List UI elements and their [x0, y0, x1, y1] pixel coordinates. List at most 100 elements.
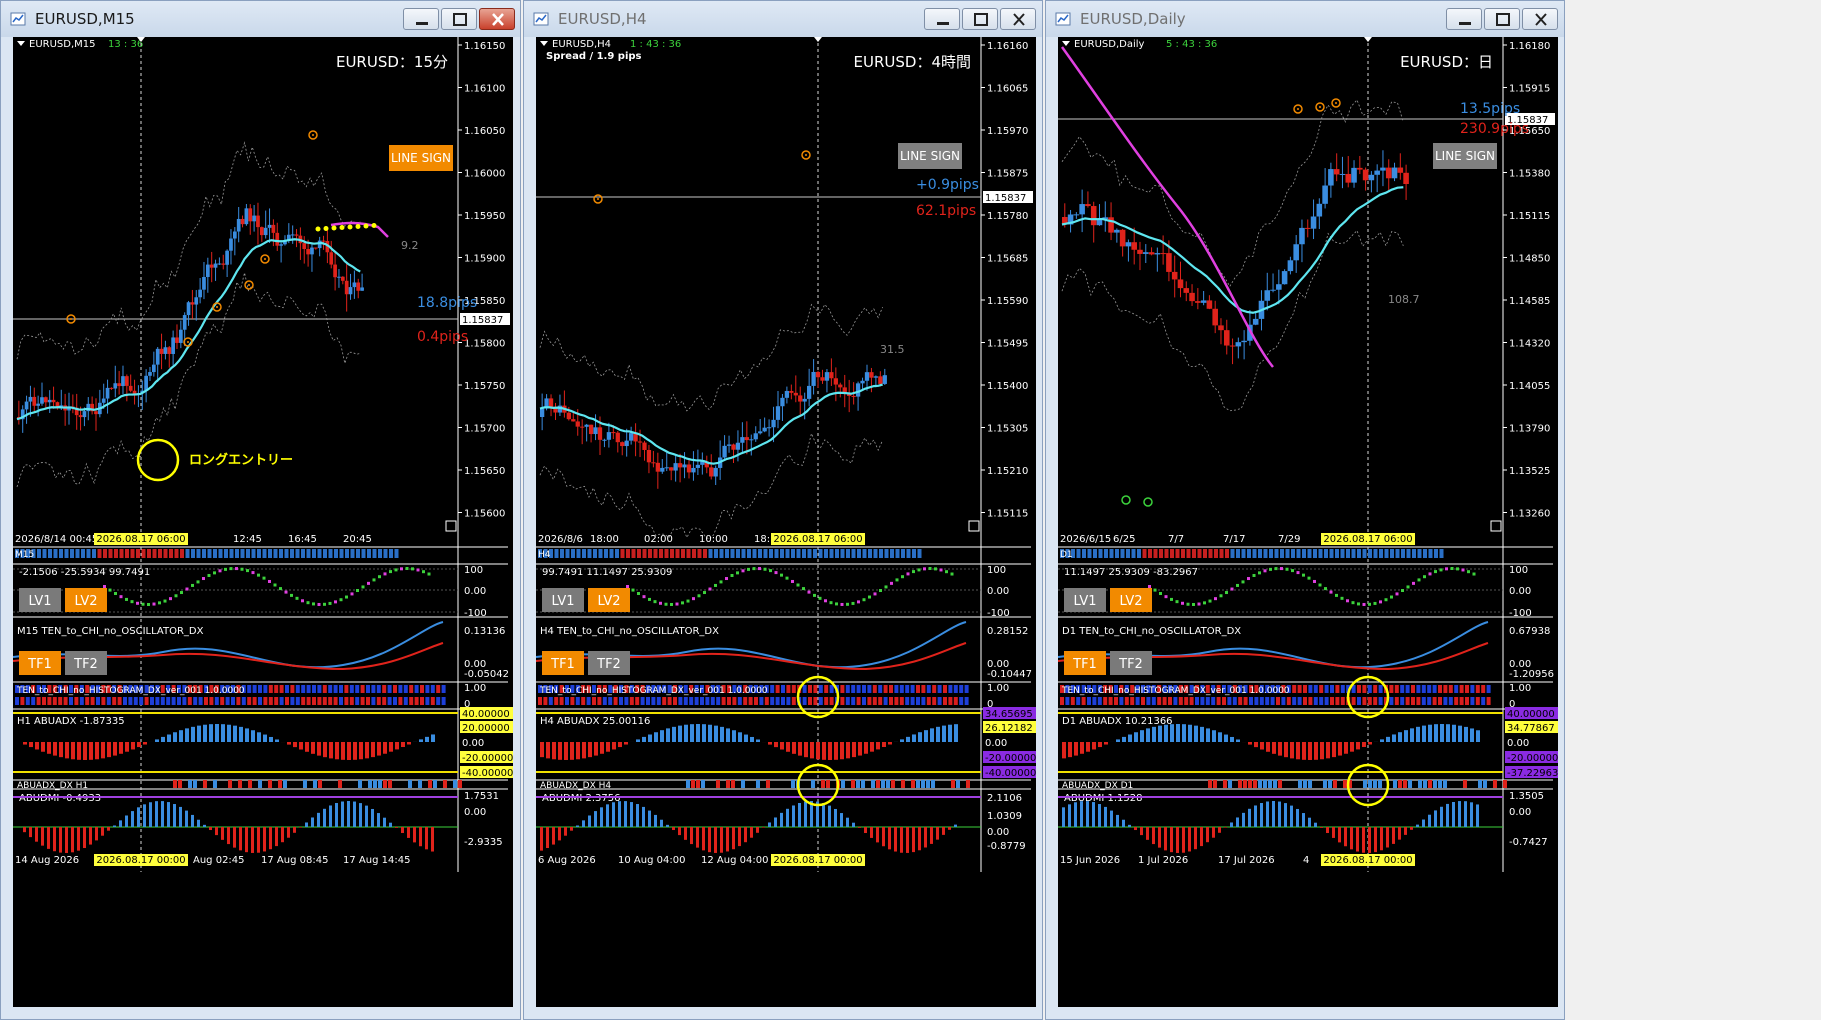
histogram-cell	[1416, 685, 1421, 693]
histogram-cell	[355, 685, 360, 693]
chart-canvas[interactable]: EURUSD,M15 13 : 36EURUSD：15分1.161501.1610…	[12, 37, 515, 872]
abuadx-bar	[1194, 725, 1198, 742]
histogram-strip-cell	[1324, 549, 1328, 558]
line-sign-button[interactable]: LINE SIGN	[898, 143, 962, 169]
line-sign-button[interactable]: LINE SIGN	[389, 145, 453, 171]
tf2-button[interactable]: TF2	[65, 651, 107, 675]
signal-circle-icon	[1121, 495, 1131, 505]
histogram-cell	[700, 697, 704, 705]
chart-area[interactable]: EURUSD,Daily 5 : 43 : 36 EURUSD：日 1.16180 1.…	[1057, 37, 1560, 1007]
oscillator-dot	[835, 602, 838, 606]
lv2-button[interactable]: LV2	[1110, 588, 1152, 612]
line-sign-button[interactable]: LINE SIGN	[1433, 143, 1497, 169]
abudmi-bar	[684, 827, 687, 840]
oscillator-dot	[361, 585, 365, 589]
chart-window-m15[interactable]: EURUSD,M15 EURUSD,M15 13 : 36 EURUSD：15分 1.…	[0, 0, 521, 1020]
histogram-cell	[1060, 697, 1064, 705]
oscillator-dot	[1186, 602, 1190, 606]
lv2-button[interactable]: LV2	[588, 588, 630, 612]
histogram-strip-cell	[1340, 549, 1345, 558]
title-bar[interactable]: EURUSD,H4	[524, 1, 1042, 37]
chart-window-h4[interactable]: EURUSD,H4 EURUSD,H4 1 : 43 : 36 Spread / 1…	[523, 0, 1043, 1020]
minimize-button[interactable]	[403, 8, 439, 30]
chart-canvas[interactable]: EURUSD,H4 1 : 43 : 36Spread / 1.9 pips EUR…	[535, 37, 1038, 872]
histogram-cell	[1281, 697, 1286, 705]
maximize-button[interactable]	[962, 8, 998, 30]
chart-window-daily[interactable]: EURUSD,Daily EURUSD,Daily 5 : 43 : 36 EURU…	[1045, 0, 1565, 1020]
lv1-button[interactable]: LV1	[19, 588, 61, 612]
histogram-cell	[333, 685, 338, 693]
abuadx-bar	[425, 736, 429, 742]
histogram-strip-cell	[218, 549, 223, 558]
histogram-strip-cell	[350, 549, 355, 558]
maximize-button[interactable]	[441, 8, 477, 30]
maximize-button[interactable]	[1484, 8, 1520, 30]
histogram-cell	[770, 697, 775, 705]
histogram-strip-cell	[70, 549, 74, 558]
close-button[interactable]	[1522, 8, 1558, 30]
abuadx-bar	[233, 725, 237, 742]
close-button[interactable]	[1000, 8, 1036, 30]
abudmi-bar	[1386, 827, 1389, 848]
histogram-cell	[322, 685, 327, 693]
histogram-cell	[1394, 697, 1399, 705]
histogram-cell	[1222, 697, 1226, 705]
minimize-button[interactable]	[1446, 8, 1482, 30]
histogram-strip-cell	[312, 549, 316, 558]
ten-label: H4 TEN_to_CHI_no_OSCILLATOR_DX	[540, 626, 719, 637]
abuadx-dx-cell	[841, 780, 845, 788]
lv1-button[interactable]: LV1	[1064, 588, 1106, 612]
chart-area[interactable]: EURUSD,H4 1 : 43 : 36 Spread / 1.9 pips EUR…	[535, 37, 1038, 1007]
tf2-button[interactable]: TF2	[1110, 651, 1152, 675]
symbol-label: EURUSD,M15	[29, 39, 95, 50]
abuadx-dx-cell	[1238, 780, 1242, 788]
histogram-cell	[883, 697, 888, 705]
lv1-button[interactable]: LV1	[542, 588, 584, 612]
oscillator-dot	[1450, 567, 1454, 571]
histogram-cell	[845, 685, 850, 693]
abudmi-bar	[774, 817, 777, 827]
histogram-cell	[1146, 697, 1151, 705]
lv2-button[interactable]: LV2	[65, 588, 107, 612]
histogram-strip-cell	[868, 549, 872, 558]
tf2-button[interactable]: TF2	[588, 651, 630, 675]
abuadx-dx-cell	[966, 780, 970, 788]
abuadx-bar	[1458, 725, 1462, 742]
histogram-cell	[673, 697, 677, 705]
abuadx-dx-cell	[1243, 780, 1247, 788]
histogram-strip-cell	[367, 549, 371, 558]
abuadx-bar	[1338, 742, 1342, 756]
abudmi-bar	[792, 805, 795, 827]
abudmi-bar	[413, 827, 416, 843]
histogram-cell	[430, 697, 435, 705]
symbol-label: EURUSD,Daily	[1074, 39, 1145, 50]
histogram-strip-cell	[1164, 549, 1169, 558]
abuadx-label: H1 ABUADX -1.87335	[17, 716, 125, 727]
tf1-button[interactable]: TF1	[19, 651, 61, 675]
oscillator-dot	[813, 593, 816, 597]
minimize-button[interactable]	[924, 8, 960, 30]
histogram-cell	[1481, 697, 1486, 705]
oscillator-dot	[1390, 595, 1393, 599]
histogram-cell	[144, 697, 149, 705]
ten-scale-label: -0.10447	[987, 669, 1032, 680]
histogram-cell	[619, 697, 623, 705]
oscillator-dot	[708, 587, 712, 591]
oscillator-dot	[1445, 567, 1448, 571]
histogram-strip-cell	[890, 549, 894, 558]
abuadx-dx-cell	[268, 780, 272, 788]
abuadx-dx-cell	[1263, 780, 1267, 788]
title-bar[interactable]: EURUSD,Daily	[1046, 1, 1564, 37]
histogram-strip-cell	[295, 549, 300, 558]
abudmi-bar	[1470, 802, 1473, 827]
close-button[interactable]	[479, 8, 515, 30]
abuadx-bar	[1380, 739, 1384, 742]
histogram-strip-cell	[356, 549, 360, 558]
chart-area[interactable]: EURUSD,M15 13 : 36 EURUSD：15分 1.16150 1.1610…	[12, 37, 515, 1007]
title-bar[interactable]: EURUSD,M15	[1, 1, 520, 37]
tf1-button[interactable]: TF1	[542, 651, 584, 675]
abuadx-bar	[726, 728, 730, 742]
oscillator-dot	[262, 576, 266, 580]
tf1-button[interactable]: TF1	[1064, 651, 1106, 675]
chart-canvas[interactable]: EURUSD,Daily 5 : 43 : 36EURUSD：日1.161801.…	[1057, 37, 1560, 872]
